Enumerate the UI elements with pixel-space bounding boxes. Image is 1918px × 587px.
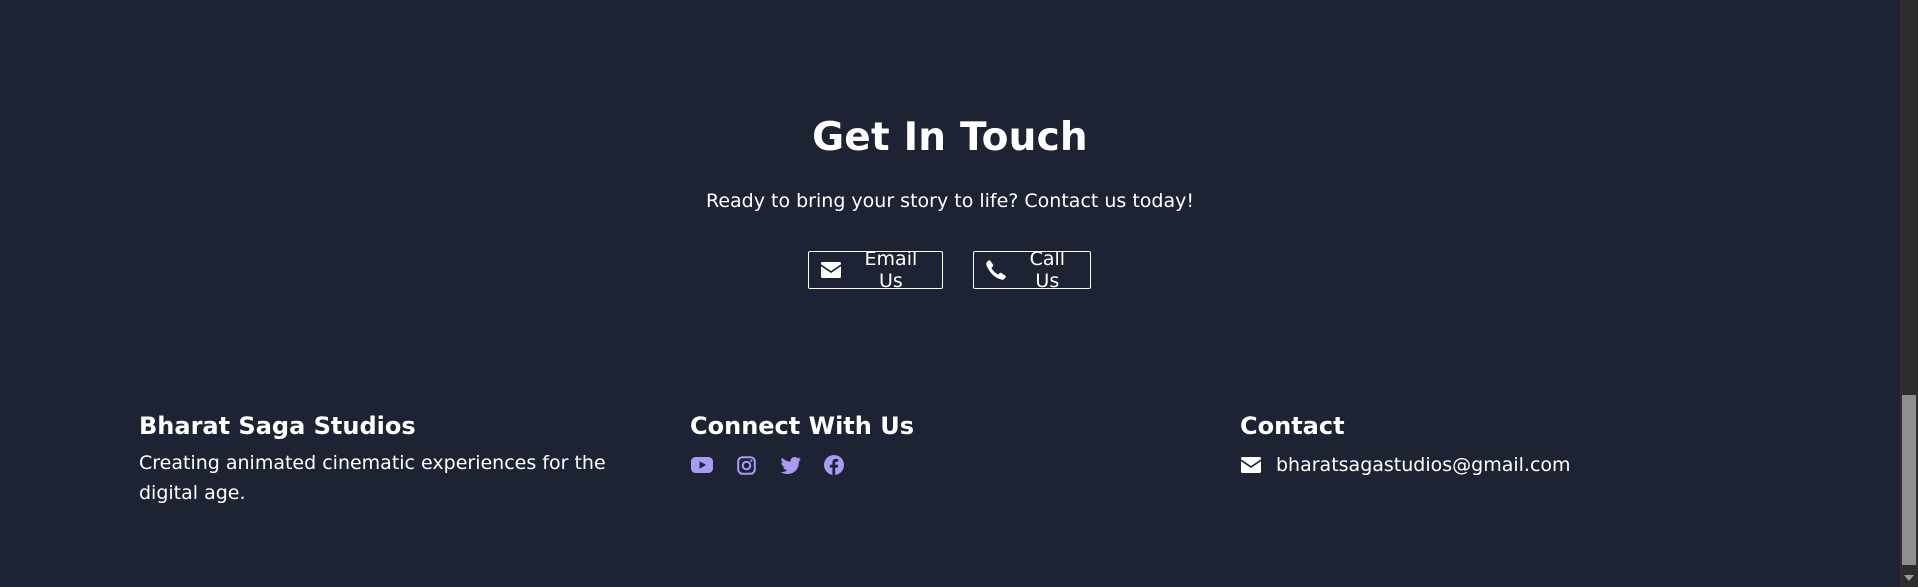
- twitter-icon[interactable]: [778, 453, 802, 477]
- call-us-label: Call Us: [1029, 248, 1066, 292]
- email-us-label: Email Us: [864, 248, 918, 292]
- instagram-icon[interactable]: [734, 453, 758, 477]
- footer: Bharat Saga Studios Creating animated ci…: [0, 410, 1900, 560]
- get-in-touch-section: Get In Touch Ready to bring your story t…: [0, 108, 1900, 292]
- email-us-button[interactable]: Email Us: [808, 248, 943, 292]
- contact-email-link[interactable]: bharatsagastudios@gmail.com: [1276, 450, 1571, 480]
- brand-description: Creating animated cinematic experiences …: [139, 452, 606, 504]
- footer-contact-column: Contact bharatsagastudios@gmail.com: [1240, 410, 1760, 480]
- vertical-scrollbar[interactable]: [1900, 0, 1918, 587]
- phone-icon: [986, 259, 1007, 281]
- envelope-icon: [1240, 454, 1262, 476]
- scrollbar-thumb[interactable]: [1902, 395, 1916, 565]
- section-subtitle: Ready to bring your story to life? Conta…: [705, 190, 1195, 212]
- cta-buttons: Email Us Call Us: [0, 248, 1900, 292]
- section-title: Get In Touch: [812, 115, 1088, 160]
- envelope-icon: [821, 259, 842, 281]
- call-us-button[interactable]: Call Us: [973, 248, 1091, 292]
- social-heading: Connect With Us: [690, 412, 914, 440]
- youtube-icon[interactable]: [690, 453, 714, 477]
- social-links: [690, 452, 1210, 478]
- facebook-icon[interactable]: [822, 453, 846, 477]
- footer-social-column: Connect With Us: [690, 410, 1210, 478]
- page: Get In Touch Ready to bring your story t…: [0, 0, 1918, 587]
- scroll-down-arrow-icon[interactable]: [1904, 575, 1914, 581]
- footer-brand-column: Bharat Saga Studios Creating animated ci…: [139, 410, 659, 508]
- brand-heading: Bharat Saga Studios: [139, 412, 416, 440]
- contact-email-row: bharatsagastudios@gmail.com: [1240, 450, 1760, 480]
- main-content: Get In Touch Ready to bring your story t…: [0, 0, 1900, 587]
- contact-heading: Contact: [1240, 412, 1345, 440]
